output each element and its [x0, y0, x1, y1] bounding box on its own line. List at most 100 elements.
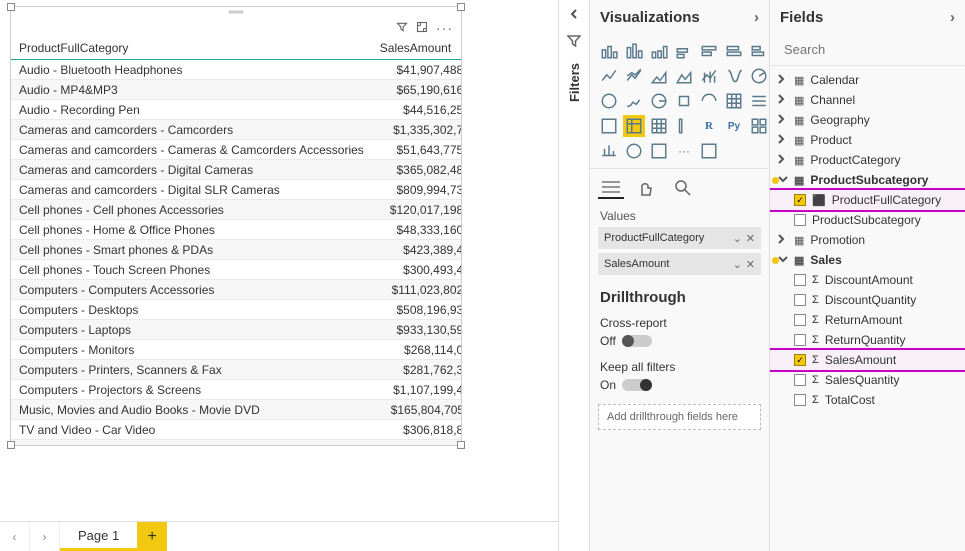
collapse-fields-pane-icon[interactable]: ›: [950, 9, 955, 26]
viz-type-24[interactable]: [673, 115, 695, 137]
table-row[interactable]: Computers - Monitors$268,114,052.77: [11, 340, 461, 360]
checkbox[interactable]: [794, 214, 806, 226]
checkbox-checked[interactable]: ✓: [794, 194, 806, 206]
checkbox[interactable]: [794, 294, 806, 306]
table-row[interactable]: Computers - Laptops$933,130,593.776: [11, 320, 461, 340]
table-row[interactable]: Cell phones - Cell phones Accessories$12…: [11, 200, 461, 220]
table-sales[interactable]: ▦Sales: [770, 250, 965, 270]
expand-filters-icon[interactable]: [569, 8, 579, 22]
values-field-salesamount[interactable]: SalesAmount ⌄✕: [598, 253, 761, 275]
viz-type-21[interactable]: [598, 115, 620, 137]
table-row[interactable]: Cameras and camcorders - Cameras & Camco…: [11, 140, 461, 160]
remove-field-icon[interactable]: ✕: [746, 232, 755, 245]
cross-report-toggle[interactable]: Off: [600, 334, 759, 348]
viz-type-23[interactable]: [648, 115, 670, 137]
focus-mode-icon[interactable]: [416, 21, 428, 36]
keep-filters-toggle[interactable]: On: [600, 378, 759, 392]
viz-type-27[interactable]: [748, 115, 770, 137]
field-discountamount[interactable]: ΣDiscountAmount: [770, 270, 965, 290]
table-product[interactable]: ▦Product: [770, 130, 965, 150]
table-row[interactable]: Computers - Desktops$508,196,937.084: [11, 300, 461, 320]
chevron-down-icon[interactable]: ⌄: [733, 258, 742, 271]
table-calendar[interactable]: ▦Calendar: [770, 70, 965, 90]
checkbox-checked[interactable]: ✓: [794, 354, 806, 366]
viz-type-1[interactable]: [623, 40, 645, 62]
viz-type-4[interactable]: [698, 40, 720, 62]
checkbox[interactable]: [794, 394, 806, 406]
field-productsubcategory[interactable]: ProductSubcategory: [770, 210, 965, 230]
field-salesquantity[interactable]: ΣSalesQuantity: [770, 370, 965, 390]
analytics-tab-icon[interactable]: [670, 177, 696, 199]
resize-handle-br[interactable]: [457, 441, 465, 449]
table-productsubcategory[interactable]: ▦ProductSubcategory: [770, 170, 965, 190]
table-row[interactable]: TV and Video - Car Video$306,818,844.52: [11, 420, 461, 440]
field-totalcost[interactable]: ΣTotalCost: [770, 390, 965, 410]
viz-type-14[interactable]: [598, 90, 620, 112]
viz-type-9[interactable]: [648, 65, 670, 87]
viz-type-18[interactable]: [698, 90, 720, 112]
viz-type-12[interactable]: [723, 65, 745, 87]
table-row[interactable]: Cameras and camcorders - Camcorders$1,33…: [11, 120, 461, 140]
viz-type-19[interactable]: [723, 90, 745, 112]
values-field-productfullcategory[interactable]: ProductFullCategory ⌄✕: [598, 227, 761, 249]
search-input[interactable]: [784, 42, 960, 57]
table-row[interactable]: Cameras and camcorders - Digital SLR Cam…: [11, 180, 461, 200]
fields-tab-icon[interactable]: [598, 177, 624, 199]
chevron-down-icon[interactable]: ⌄: [733, 232, 742, 245]
table-row[interactable]: Cell phones - Smart phones & PDAs$423,38…: [11, 240, 461, 260]
table-row[interactable]: Computers - Projectors & Screens$1,107,1…: [11, 380, 461, 400]
field-salesamount[interactable]: ✓ΣSalesAmount: [770, 350, 965, 370]
table-promotion[interactable]: ▦Promotion: [770, 230, 965, 250]
col-header-sales[interactable]: SalesAmount: [372, 37, 461, 60]
viz-type-29[interactable]: [623, 140, 645, 162]
viz-type-15[interactable]: [623, 90, 645, 112]
viz-type-6[interactable]: [748, 40, 770, 62]
page-prev-button[interactable]: ‹: [0, 522, 30, 551]
field-discountquantity[interactable]: ΣDiscountQuantity: [770, 290, 965, 310]
page-next-button[interactable]: ›: [30, 522, 60, 551]
table-visual[interactable]: ══ ··· ProductFullCategory SalesAmount A…: [10, 6, 462, 446]
collapse-viz-pane-icon[interactable]: ›: [754, 9, 759, 26]
table-productcategory[interactable]: ▦ProductCategory: [770, 150, 965, 170]
report-canvas[interactable]: ══ ··· ProductFullCategory SalesAmount A…: [0, 0, 558, 551]
viz-type-20[interactable]: [748, 90, 770, 112]
filters-pane-collapsed[interactable]: Filters: [558, 0, 590, 551]
checkbox[interactable]: [794, 334, 806, 346]
table-row[interactable]: Computers - Computers Accessories$111,02…: [11, 280, 461, 300]
field-returnquantity[interactable]: ΣReturnQuantity: [770, 330, 965, 350]
remove-field-icon[interactable]: ✕: [746, 258, 755, 271]
viz-type-5[interactable]: [723, 40, 745, 62]
table-row[interactable]: Audio - MP4&MP3$65,190,616.3964: [11, 80, 461, 100]
table-row[interactable]: Audio - Recording Pen$44,516,259.001: [11, 100, 461, 120]
field-returnamount[interactable]: ΣReturnAmount: [770, 310, 965, 330]
page-tab-1[interactable]: Page 1: [60, 522, 137, 551]
viz-type-26[interactable]: Py: [723, 115, 745, 137]
table-channel[interactable]: ▦Channel: [770, 90, 965, 110]
table-row[interactable]: Music, Movies and Audio Books - Movie DV…: [11, 400, 461, 420]
viz-type-32[interactable]: [698, 140, 720, 162]
resize-handle-tr[interactable]: [457, 3, 465, 11]
col-header-category[interactable]: ProductFullCategory: [11, 37, 372, 60]
viz-type-2[interactable]: [648, 40, 670, 62]
format-tab-icon[interactable]: [634, 177, 660, 199]
table-geography[interactable]: ▦Geography: [770, 110, 965, 130]
viz-type-3[interactable]: [673, 40, 695, 62]
viz-type-22[interactable]: [623, 115, 645, 137]
viz-type-28[interactable]: [598, 140, 620, 162]
visual-drag-grip[interactable]: ══: [11, 7, 461, 21]
table-row[interactable]: Cameras and camcorders - Digital Cameras…: [11, 160, 461, 180]
viz-type-13[interactable]: [748, 65, 770, 87]
checkbox[interactable]: [794, 374, 806, 386]
resize-handle-bl[interactable]: [7, 441, 15, 449]
viz-type-25[interactable]: R: [698, 115, 720, 137]
viz-type-17[interactable]: [673, 90, 695, 112]
viz-type-31[interactable]: ···: [673, 140, 695, 162]
drillthrough-drop-zone[interactable]: Add drillthrough fields here: [598, 404, 761, 430]
checkbox[interactable]: [794, 314, 806, 326]
viz-type-0[interactable]: [598, 40, 620, 62]
add-page-button[interactable]: +: [137, 522, 167, 551]
viz-type-8[interactable]: [623, 65, 645, 87]
viz-type-16[interactable]: [648, 90, 670, 112]
table-row[interactable]: Audio - Bluetooth Headphones$41,907,488.…: [11, 60, 461, 80]
viz-type-10[interactable]: [673, 65, 695, 87]
